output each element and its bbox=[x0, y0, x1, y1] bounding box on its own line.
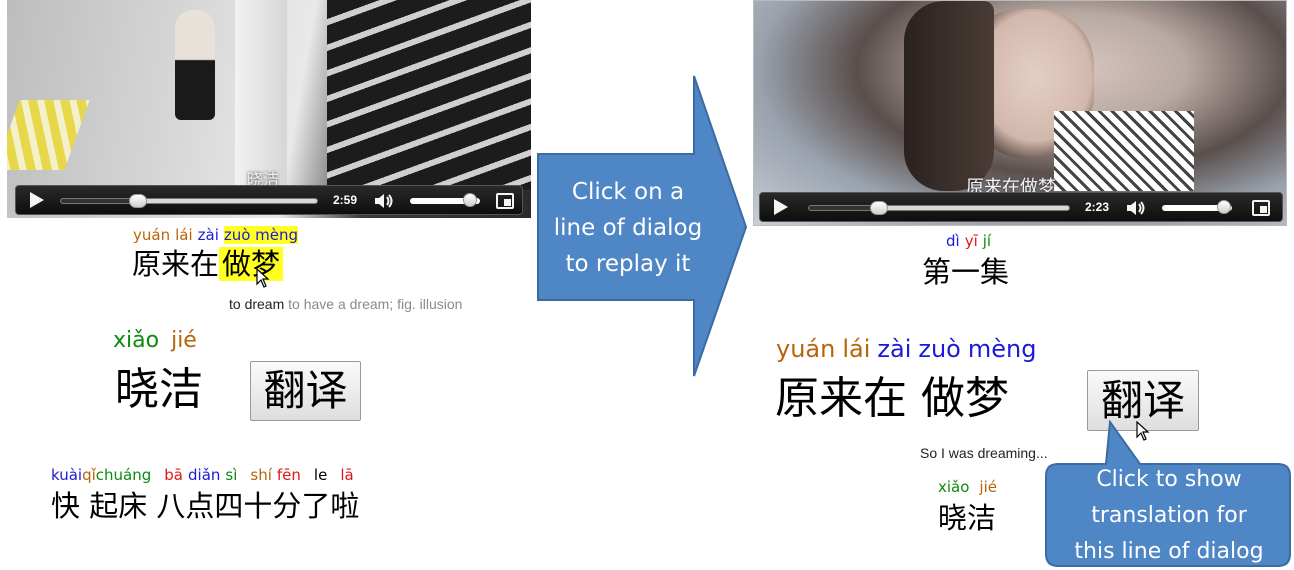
volume-icon[interactable] bbox=[1125, 199, 1147, 217]
pinyin-syllable: sì bbox=[225, 466, 238, 484]
gloss-definition: to have a dream; fig. illusion bbox=[288, 296, 463, 312]
dialog-line-3-hanzi[interactable]: 快 起床 八点四十分了啦 bbox=[51, 486, 359, 526]
seek-bar[interactable] bbox=[60, 194, 318, 208]
scene-person bbox=[175, 10, 215, 120]
elapsed-time: 2:59 bbox=[333, 193, 358, 207]
pinyin-syllable: le bbox=[313, 466, 328, 484]
dialog-line-2-hanzi[interactable]: 晓洁 bbox=[115, 362, 203, 418]
fullscreen-icon[interactable] bbox=[496, 193, 514, 209]
pinyin-syllable: shí bbox=[250, 466, 272, 484]
pinyin-syllable: yuán bbox=[776, 335, 836, 363]
pinyin-syllable: fēn bbox=[276, 466, 301, 484]
dialog-line-2-pinyin: xiǎo jié bbox=[113, 328, 202, 353]
dialog-line-2-hanzi[interactable]: 晓洁 bbox=[938, 498, 996, 538]
bubble-callout-line: this line of dialog bbox=[1074, 539, 1264, 564]
episode-pinyin: dì yī jí bbox=[946, 232, 996, 250]
pinyin-syllable: lái bbox=[842, 335, 871, 363]
video-player-left[interactable]: 晓洁 2:59 bbox=[7, 0, 531, 218]
arrow-callout-line: to replay it bbox=[565, 251, 691, 277]
scene-lounge-chair bbox=[7, 100, 90, 170]
seek-bar-fill bbox=[61, 199, 138, 203]
elapsed-time: 2:23 bbox=[1085, 200, 1110, 214]
seek-thumb[interactable] bbox=[128, 194, 147, 208]
pinyin-syllable: qǐ bbox=[82, 466, 96, 484]
pinyin-syllable: mèng bbox=[967, 335, 1037, 363]
hanzi-phrase[interactable]: 原来在 bbox=[132, 247, 219, 281]
dialog-line-2-pinyin: xiǎo jié bbox=[938, 478, 1002, 496]
episode-title[interactable]: 第一集 bbox=[922, 252, 1009, 292]
bubble-callout-text: Click to show translation for this line … bbox=[1046, 462, 1292, 570]
seek-bar[interactable] bbox=[808, 201, 1070, 215]
seek-thumb[interactable] bbox=[870, 201, 889, 215]
pinyin-syllable: zuò bbox=[918, 335, 961, 363]
video-controls: 2:59 bbox=[15, 185, 523, 215]
pinyin-syllable: diǎn bbox=[188, 466, 221, 484]
hanzi-word-highlighted[interactable]: 做梦 bbox=[219, 247, 284, 281]
dialog-line-1-hanzi[interactable]: 原来在 做梦 bbox=[775, 371, 1009, 427]
gloss-headword: to dream bbox=[229, 296, 285, 312]
scene-pillar bbox=[235, 0, 287, 190]
volume-slider[interactable] bbox=[1162, 200, 1232, 214]
mouse-pointer-icon bbox=[256, 268, 270, 288]
volume-icon[interactable] bbox=[373, 192, 395, 210]
video-player-right[interactable]: 原来在做梦 2:23 bbox=[753, 0, 1287, 226]
volume-thumb[interactable] bbox=[1216, 200, 1231, 214]
bubble-callout-line: translation for bbox=[1091, 503, 1247, 528]
pinyin-syllable: jí bbox=[982, 232, 992, 250]
seek-bar-fill bbox=[809, 206, 880, 210]
dialog-line-1-pinyin: yuán lái zài zuò mèng bbox=[776, 335, 1041, 363]
fullscreen-icon[interactable] bbox=[1252, 200, 1270, 216]
arrow-callout-line: Click on a bbox=[571, 179, 685, 205]
arrow-callout-text: Click on a line of dialog to replay it bbox=[540, 174, 716, 282]
pinyin-syllable: lái bbox=[175, 226, 193, 244]
pinyin-syllable: zài bbox=[197, 226, 219, 244]
pinyin-syllable: yuán bbox=[133, 226, 171, 244]
bubble-callout-line: Click to show bbox=[1096, 467, 1242, 492]
line-translation: So I was dreaming... bbox=[920, 445, 1048, 461]
pinyin-syllable: xiǎo bbox=[113, 328, 160, 353]
pinyin-syllable-highlighted: zuò mèng bbox=[223, 226, 299, 244]
video-controls: 2:23 bbox=[759, 192, 1283, 222]
pinyin-syllable: lā bbox=[340, 466, 354, 484]
pinyin-syllable: chuáng bbox=[95, 466, 152, 484]
pinyin-syllable: jié bbox=[171, 328, 197, 353]
arrow-callout-line: line of dialog bbox=[553, 215, 703, 241]
pinyin-syllable: dì bbox=[946, 232, 960, 250]
play-icon[interactable] bbox=[774, 199, 788, 215]
scene-hair bbox=[904, 1, 994, 191]
translate-button-left[interactable]: 翻译 bbox=[250, 361, 361, 421]
word-gloss: to dream to have a dream; fig. illusion bbox=[229, 296, 462, 312]
pinyin-syllable: kuài bbox=[51, 466, 83, 484]
pinyin-syllable: xiǎo bbox=[938, 478, 970, 496]
volume-slider[interactable] bbox=[410, 193, 480, 207]
scene-staircase bbox=[327, 0, 531, 190]
dialog-line-3-pinyin: kuàiqǐchuáng bā diǎn sì shí fēn le lā bbox=[51, 466, 359, 484]
pinyin-syllable: bā bbox=[164, 466, 183, 484]
volume-thumb[interactable] bbox=[462, 193, 477, 207]
pinyin-syllable: zài bbox=[877, 335, 912, 363]
pinyin-syllable: yī bbox=[964, 232, 978, 250]
play-icon[interactable] bbox=[30, 192, 44, 208]
scene-plaid-shirt bbox=[1054, 111, 1194, 191]
dialog-line-1-pinyin: yuán lái zài zuò mèng bbox=[133, 226, 299, 244]
pinyin-syllable: jié bbox=[979, 478, 997, 496]
